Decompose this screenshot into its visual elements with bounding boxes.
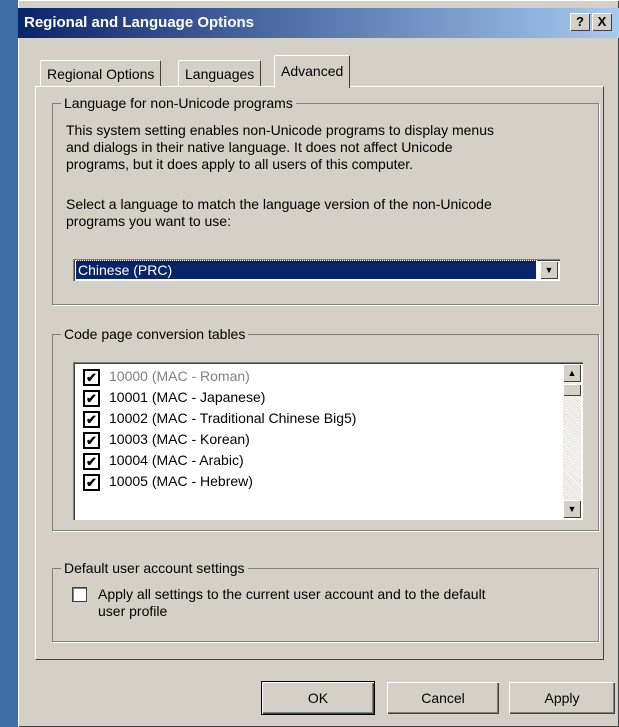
list-item-label: 10004 (MAC - Arabic)	[109, 452, 244, 468]
checkbox-label-line: user profile	[98, 603, 168, 619]
nonunicode-legend: Language for non-Unicode programs	[61, 95, 296, 111]
scroll-up-arrow-icon[interactable]: ▲	[563, 364, 581, 382]
defaults-legend: Default user account settings	[61, 560, 248, 576]
codepages-legend: Code page conversion tables	[61, 326, 249, 342]
checkbox-checked-icon[interactable]: ✔	[83, 390, 100, 407]
description-line: and dialogs in their native language. It…	[66, 139, 453, 155]
apply-button[interactable]: Apply	[509, 682, 615, 714]
prompt-line: Select a language to match the language …	[66, 196, 492, 212]
description-line: This system setting enables non-Unicode …	[66, 122, 494, 138]
language-select[interactable]: Chinese (PRC) ▼	[73, 259, 560, 281]
select-language-prompt: Select a language to match the language …	[66, 196, 492, 230]
tab-regional-options[interactable]: Regional Options	[40, 60, 162, 87]
checkbox-checked-icon[interactable]: ✔	[83, 474, 100, 491]
vertical-scrollbar[interactable]: ▲ ▼	[563, 364, 581, 518]
window-title: Regional and Language Options	[24, 14, 255, 31]
apply-defaults-label: Apply all settings to the current user a…	[98, 586, 486, 620]
scroll-down-arrow-icon[interactable]: ▼	[563, 500, 581, 518]
close-button[interactable]: X	[592, 13, 612, 31]
list-item-label: 10005 (MAC - Hebrew)	[109, 473, 253, 489]
list-item-label: 10000 (MAC - Roman)	[109, 368, 250, 384]
language-select-value: Chinese (PRC)	[75, 260, 537, 280]
checkbox-checked-icon[interactable]: ✔	[83, 453, 100, 470]
checkbox-checked-icon[interactable]: ✔	[83, 411, 100, 428]
dropdown-arrow-icon[interactable]: ▼	[540, 261, 558, 279]
help-button[interactable]: ?	[570, 13, 590, 31]
apply-defaults-checkbox[interactable]	[72, 587, 87, 602]
title-bar[interactable]: Regional and Language Options ? X	[18, 8, 619, 38]
list-item-label: 10002 (MAC - Traditional Chinese Big5)	[109, 410, 357, 426]
list-item-label: 10001 (MAC - Japanese)	[109, 389, 266, 405]
prompt-line: programs you want to use:	[66, 213, 231, 229]
tab-languages[interactable]: Languages	[178, 60, 262, 87]
checkbox-label-line: Apply all settings to the current user a…	[98, 586, 486, 602]
nonunicode-description: This system setting enables non-Unicode …	[66, 122, 494, 173]
cancel-button[interactable]: Cancel	[387, 682, 499, 714]
ok-button[interactable]: OK	[261, 681, 375, 715]
dialog-window: Regional and Language Options ? X Region…	[18, 0, 619, 727]
description-line: programs, but it does apply to all users…	[66, 156, 414, 172]
list-item-label: 10003 (MAC - Korean)	[109, 431, 250, 447]
checkbox-checked-icon[interactable]: ✔	[83, 369, 100, 386]
tab-advanced[interactable]: Advanced	[274, 55, 351, 88]
codepages-listbox[interactable]: ✔ 10000 (MAC - Roman) ✔ 10001 (MAC - Jap…	[73, 362, 583, 520]
checkbox-checked-icon[interactable]: ✔	[83, 432, 100, 449]
scroll-thumb[interactable]	[563, 384, 581, 396]
